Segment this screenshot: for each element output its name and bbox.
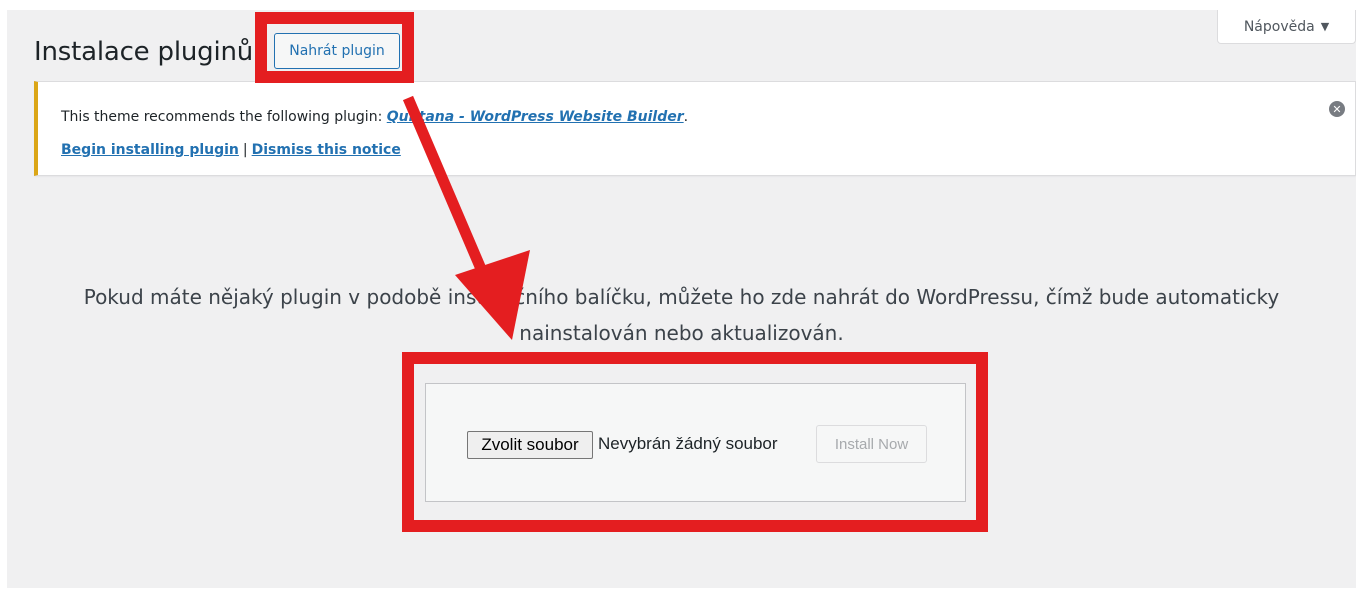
caret-down-icon: ▼ <box>1320 20 1330 33</box>
help-tab[interactable]: Nápověda ▼ <box>1217 10 1356 44</box>
plugin-recommendation-notice: This theme recommends the following plug… <box>34 81 1356 176</box>
notice-message: This theme recommends the following plug… <box>61 109 688 125</box>
begin-installing-link[interactable]: Begin installing plugin <box>61 142 239 158</box>
page-title: Instalace pluginů <box>34 37 254 67</box>
upload-description: Pokud máte nějaký plugin v podobě instal… <box>83 285 1280 345</box>
notice-text-suffix: . <box>683 109 689 125</box>
notice-actions: Begin installing plugin | Dismiss this not… <box>61 142 401 158</box>
recommended-plugin-link[interactable]: Qubtana - WordPress Website Builder <box>387 109 684 125</box>
notice-text-prefix: This theme recommends the following plug… <box>61 109 387 125</box>
notice-separator: | <box>242 142 248 158</box>
help-tab-label: Nápověda <box>1243 18 1315 35</box>
dismiss-notice-link[interactable]: Dismiss this notice <box>252 142 401 158</box>
annotation-highlight-upload-form <box>402 352 988 532</box>
dismiss-circle-icon[interactable]: ✕ <box>1329 101 1345 117</box>
annotation-highlight-upload-button <box>255 12 414 83</box>
